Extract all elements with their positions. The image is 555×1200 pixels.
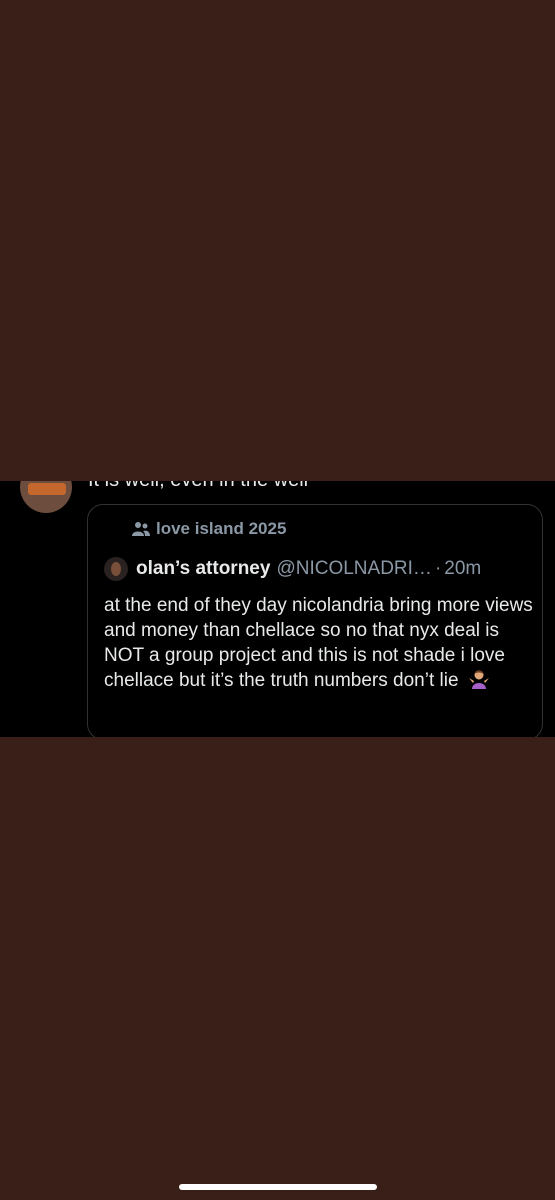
quote-timestamp[interactable]: 20m [444, 558, 481, 580]
quote-body: at the end of they day nicolandria bring… [104, 593, 534, 693]
quote-author-handle[interactable]: @NICOLNADRI… [276, 558, 431, 580]
screenshot-strip: It is well, even in the well love island… [0, 481, 555, 737]
community-name: love island 2025 [156, 519, 287, 538]
home-indicator[interactable] [179, 1184, 377, 1190]
community-icon [132, 522, 150, 536]
parent-tweet-text: It is well, even in the well [88, 481, 308, 492]
quote-author-avatar[interactable] [104, 557, 128, 581]
quote-author-row: olan’s attorney @NICOLNADRI… · 20m [104, 557, 481, 581]
quote-author-name[interactable]: olan’s attorney [136, 558, 270, 580]
parent-avatar[interactable] [20, 481, 72, 513]
bottom-background [0, 737, 555, 1200]
community-label[interactable]: love island 2025 [132, 519, 286, 539]
quoted-tweet-card[interactable]: love island 2025 olan’s attorney @NICOLN… [87, 504, 543, 737]
top-background [0, 0, 555, 481]
separator-dot: · [434, 558, 442, 579]
person-shrugging-emoji-icon [468, 670, 489, 689]
